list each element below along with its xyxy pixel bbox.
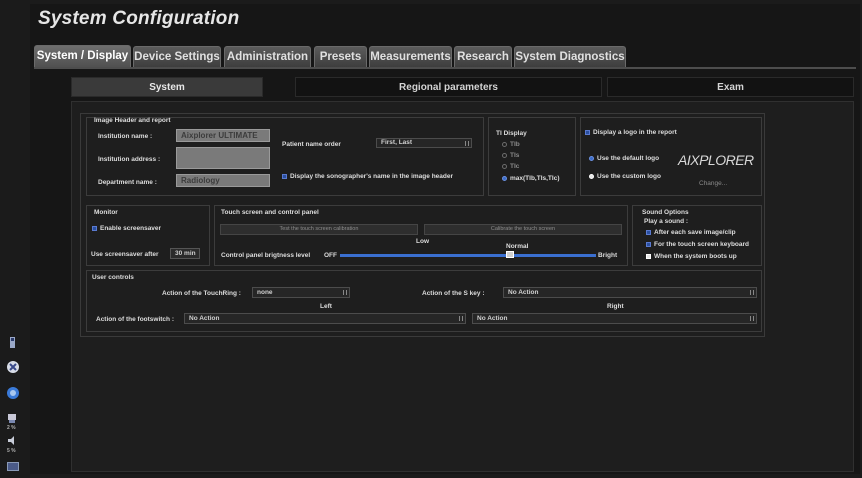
network-icon[interactable] [6, 386, 19, 399]
user-controls-heading: User controls [92, 274, 134, 281]
s-key-label: Action of the S key : [422, 290, 485, 297]
sound-options-heading: Sound Options [642, 209, 689, 216]
institution-name-field[interactable]: Aixplorer ULTIMATE [176, 129, 270, 142]
ti-display-group [488, 117, 576, 196]
display-logo-label: Display a logo in the report [593, 129, 677, 136]
institution-address-label: Institution address : [98, 156, 161, 163]
subtab-regional-parameters[interactable]: Regional parameters [295, 77, 602, 97]
sound-boot-label: When the system boots up [654, 253, 737, 260]
volume-icon[interactable] [6, 434, 19, 447]
power-icon[interactable] [6, 360, 19, 373]
footswitch-right-value: No Action [477, 315, 508, 322]
ti-display-heading: TI Display [496, 130, 527, 137]
usb-icon[interactable] [6, 336, 19, 349]
footswitch-left-select[interactable]: No Action [184, 313, 466, 324]
patient-name-order-value: First, Last [381, 139, 413, 146]
subtab-exam[interactable]: Exam [607, 77, 854, 97]
test-calibration-button[interactable]: Test the touch screen calibration [220, 224, 418, 235]
footswitch-label: Action of the footswitch : [96, 316, 174, 323]
footswitch-right-label: Right [607, 303, 624, 310]
monitor-heading: Monitor [94, 209, 118, 216]
sound-keyboard-label: For the touch screen keyboard [654, 241, 749, 248]
department-name-field[interactable]: Radiology [176, 174, 270, 187]
screen-icon[interactable] [6, 460, 19, 473]
tab-administration[interactable]: Administration [224, 46, 311, 67]
tab-measurements[interactable]: Measurements [369, 46, 452, 67]
brightness-slider-track[interactable] [340, 254, 596, 257]
enable-screensaver-checkbox[interactable] [92, 226, 97, 231]
tab-presets[interactable]: Presets [314, 46, 367, 67]
system-configuration-window: System Configuration System / Display De… [30, 4, 860, 474]
ti-option-label: max(TIb,TIs,TIc) [510, 175, 560, 182]
display-sonographer-checkbox[interactable] [282, 174, 287, 179]
brightness-slider-thumb[interactable] [506, 251, 514, 258]
ti-option-radio[interactable] [502, 142, 507, 147]
display-logo-checkbox[interactable] [585, 130, 590, 135]
institution-name-label: Institution name : [98, 133, 153, 140]
touch-screen-heading: Touch screen and control panel [221, 209, 319, 216]
tab-divider [34, 67, 856, 69]
custom-logo-label: Use the custom logo [597, 173, 661, 180]
sound-boot-checkbox[interactable] [646, 254, 651, 259]
sound-save-label: After each save image/clip [654, 229, 736, 236]
footswitch-right-select[interactable]: No Action [472, 313, 757, 324]
touchring-label: Action of the TouchRing : [162, 290, 241, 297]
taskbar-label-2: 5 % [7, 448, 16, 454]
tab-system-display[interactable]: System / Display [34, 45, 131, 68]
image-header-heading: Image Header and report [94, 117, 171, 124]
screensaver-delay-field[interactable]: 30 min [170, 248, 200, 259]
patient-name-order-select[interactable]: First, Last [376, 138, 472, 148]
brightness-label: Control panel brigtness level [221, 252, 311, 259]
touchring-select[interactable]: none [252, 287, 350, 298]
ti-option-radio-selected[interactable] [502, 176, 507, 181]
department-name-label: Department name : [98, 179, 157, 186]
display-sonographer-label: Display the sonographer's name in the im… [290, 173, 454, 180]
dropdown-arrow-icon [343, 290, 347, 295]
tab-device-settings[interactable]: Device Settings [133, 46, 221, 67]
brightness-low-label: Low [416, 238, 429, 245]
institution-address-field[interactable] [176, 147, 270, 169]
screen: 2 % 5 % System Configuration System / Di… [0, 0, 862, 478]
taskbar-label-1: 2 % [7, 425, 16, 431]
subtab-system[interactable]: System [71, 77, 263, 97]
sound-keyboard-checkbox[interactable] [646, 242, 651, 247]
dropdown-arrow-icon [750, 316, 754, 321]
brightness-normal-label: Normal [506, 243, 529, 250]
brightness-bright-label: Bright [598, 252, 618, 259]
ti-option-label: TIs [510, 152, 520, 159]
ti-option-radio[interactable] [502, 153, 507, 158]
sound-save-checkbox[interactable] [646, 230, 651, 235]
play-sound-label: Play a sound : [644, 218, 689, 225]
default-logo-radio[interactable] [589, 156, 594, 161]
footswitch-left-label: Left [320, 303, 332, 310]
dropdown-arrow-icon [459, 316, 463, 321]
s-key-select[interactable]: No Action [503, 287, 757, 298]
enable-screensaver-label: Enable screensaver [100, 225, 162, 232]
page-title: System Configuration [38, 8, 240, 29]
tab-system-diagnostics[interactable]: System Diagnostics [514, 46, 626, 67]
brightness-off-label: OFF [324, 252, 337, 259]
dropdown-arrow-icon [465, 141, 469, 146]
calibrate-button[interactable]: Calibrate the touch screen [424, 224, 622, 235]
touchring-value: none [257, 289, 273, 296]
tab-research[interactable]: Research [454, 46, 512, 67]
ti-option-label: TIb [510, 141, 520, 148]
s-key-value: No Action [508, 289, 539, 296]
footswitch-left-value: No Action [189, 315, 220, 322]
dropdown-arrow-icon [750, 290, 754, 295]
ti-option-label: TIc [510, 163, 520, 170]
aixplorer-logo: AIXPLORER [678, 152, 754, 168]
use-screensaver-after-label: Use screensaver after [91, 251, 159, 258]
custom-logo-radio[interactable] [589, 174, 594, 179]
default-logo-label: Use the default logo [597, 155, 660, 162]
printer-icon[interactable] [6, 412, 19, 425]
ti-option-radio[interactable] [502, 164, 507, 169]
patient-name-order-label: Patient name order [282, 141, 341, 148]
change-logo-link[interactable]: Change... [699, 180, 727, 187]
